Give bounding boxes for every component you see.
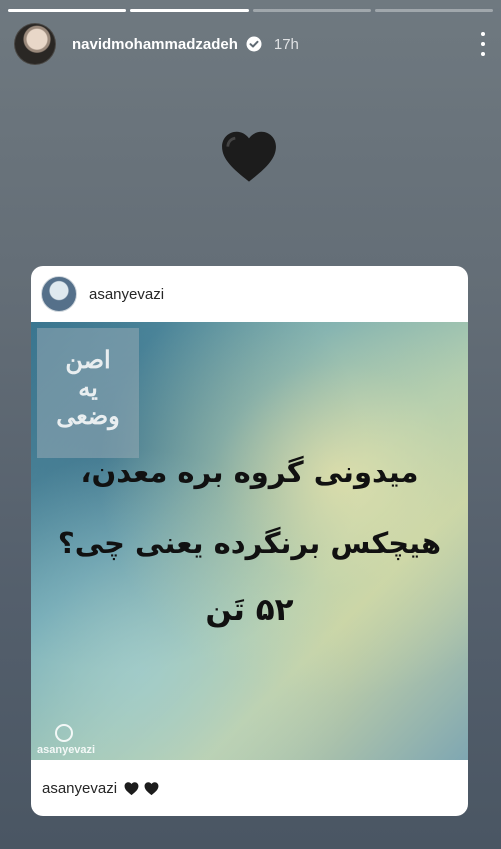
black-heart-icon <box>124 781 139 795</box>
post-header: asanyevazi <box>31 266 468 322</box>
verified-badge-icon <box>246 36 262 52</box>
black-heart-icon <box>222 131 276 182</box>
shared-post-card[interactable]: asanyevazi اصن یه وضعی میدونی گروه بره م… <box>31 266 468 816</box>
quote-line-3: ۵۲ تَن <box>205 592 294 628</box>
story-progress-bar <box>8 9 493 12</box>
post-author-avatar[interactable] <box>41 276 77 312</box>
brand-logo: اصن یه وضعی <box>37 328 139 458</box>
story-header: navidmohammadzadeh 17h <box>14 22 487 66</box>
story-timestamp: 17h <box>273 35 299 53</box>
story-progress-segment <box>8 9 127 12</box>
story-username[interactable]: navidmohammadzadeh <box>72 36 238 53</box>
quote-line-2: هیچکس برنگرده یعنی چی؟ <box>57 526 442 560</box>
brand-logo-text: اصن یه وضعی <box>56 345 120 430</box>
post-image[interactable]: اصن یه وضعی میدونی گروه بره معدن، هیچکس … <box>31 322 468 760</box>
post-author-username[interactable]: asanyevazi <box>89 286 164 303</box>
story-progress-segment-active <box>130 9 249 12</box>
story-progress-segment <box>374 9 493 12</box>
story-progress-segment <box>252 9 371 12</box>
caption-username: asanyevazi <box>42 779 118 797</box>
watermark: asanyevazi <box>37 724 95 756</box>
avatar[interactable] <box>14 23 56 65</box>
post-caption: asanyevazi <box>31 760 468 816</box>
more-options-icon[interactable] <box>479 32 487 56</box>
watermark-text: asanyevazi <box>37 744 96 756</box>
black-heart-icon <box>144 781 159 795</box>
watermark-logo-icon <box>55 724 73 742</box>
quote-line-1: میدونی گروه بره معدن، <box>80 455 419 489</box>
